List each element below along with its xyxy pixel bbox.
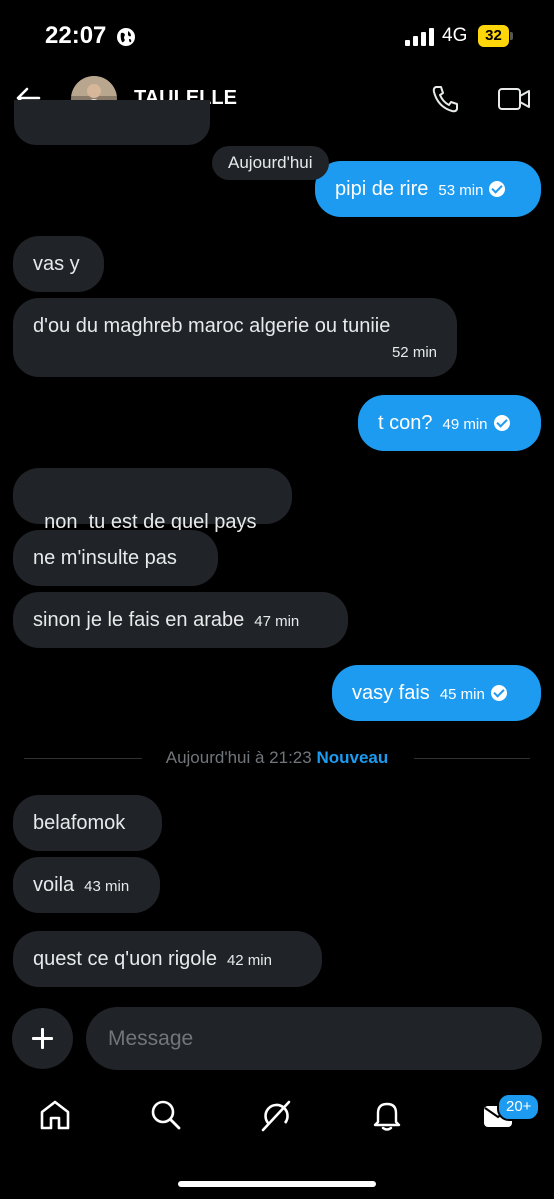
message-text: d'ou du maghreb maroc algerie ou tuniie <box>33 315 391 337</box>
read-check-icon <box>490 685 507 701</box>
message-bubble-incoming[interactable]: voila 43 min <box>13 857 160 913</box>
message-time: 43 min <box>84 878 130 895</box>
message-bubble-incoming[interactable]: sinon je le fais en arabe 47 min <box>13 592 348 648</box>
message-bubble-incoming[interactable]: ne m'insulte pas <box>13 530 218 586</box>
message-bubble-incoming[interactable]: belafomok <box>13 795 162 851</box>
message-time: 45 min <box>439 686 485 703</box>
message-time: 47 min <box>254 613 300 630</box>
divider-label: Aujourd'hui à 21:23 <box>165 748 312 767</box>
battery-icon: 32 <box>478 25 514 47</box>
message-bubble-incoming[interactable]: vas y <box>13 236 104 292</box>
read-check-icon <box>493 415 510 431</box>
video-call-icon[interactable] <box>497 86 531 112</box>
message-bubble-outgoing[interactable]: pipi de rire 53 min <box>315 161 541 217</box>
message-bubble-outgoing[interactable]: t con? 49 min <box>358 395 541 451</box>
message-text: pipi de rire <box>335 178 429 200</box>
search-icon[interactable] <box>149 1098 183 1132</box>
message-text: quest ce q'uon rigole <box>33 948 217 970</box>
phone-call-icon[interactable] <box>430 84 462 114</box>
cellular-signal-icon <box>405 28 434 46</box>
home-indicator <box>178 1181 376 1187</box>
message-bubble-incoming[interactable]: quest ce q'uon rigole 42 min <box>13 931 322 987</box>
message-bubble-incoming[interactable]: d'ou du maghreb maroc algerie ou tuniie … <box>13 298 457 377</box>
new-label: Nouveau <box>316 748 389 767</box>
new-messages-divider: Aujourd'hui à 21:23 Nouveau <box>0 748 554 768</box>
grok-icon[interactable] <box>259 1098 293 1132</box>
message-text: belafomok <box>33 812 126 834</box>
message-text: vasy fais <box>352 682 430 704</box>
date-separator: Aujourd'hui <box>212 146 329 180</box>
message-text: t con? <box>378 412 433 434</box>
status-time: 22:07 <box>45 22 107 49</box>
message-bubble-incoming[interactable]: non tu est de quel pays <box>13 468 292 533</box>
message-bubble-outgoing[interactable]: vasy fais 45 min <box>332 665 541 721</box>
message-text: vas y <box>33 253 80 275</box>
home-icon[interactable] <box>38 1098 72 1132</box>
message-bubble-partial <box>14 100 210 145</box>
message-time: 53 min <box>438 182 484 199</box>
battery-level: 32 <box>485 27 502 44</box>
message-text: voila <box>33 874 75 896</box>
message-text: sinon je le fais en arabe <box>33 609 245 631</box>
add-media-button[interactable] <box>12 1008 73 1069</box>
network-type: 4G <box>442 25 468 46</box>
message-time: 49 min <box>442 416 488 433</box>
messages-badge: 20+ <box>497 1093 541 1121</box>
globe-icon <box>117 28 135 46</box>
read-check-icon <box>489 181 506 197</box>
notifications-icon[interactable] <box>370 1098 404 1132</box>
message-time: 52 min <box>391 344 437 361</box>
message-text: ne m'insulte pas <box>33 547 177 569</box>
message-time: 42 min <box>226 952 272 969</box>
message-input[interactable] <box>86 1007 542 1070</box>
